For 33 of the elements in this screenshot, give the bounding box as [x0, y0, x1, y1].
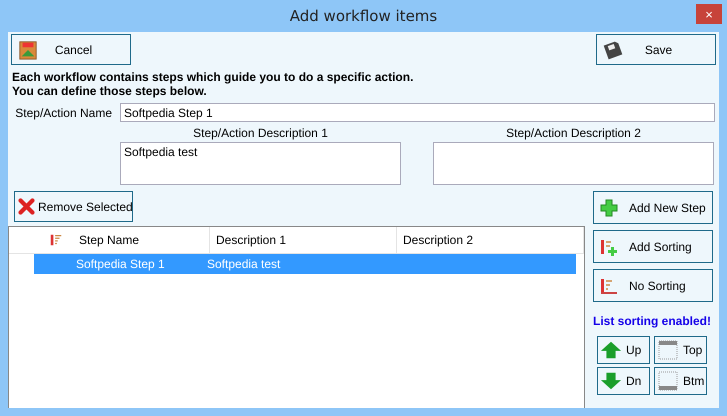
column-header[interactable]: Description 2: [397, 227, 584, 253]
top-button[interactable]: Top: [654, 336, 707, 364]
column-header[interactable]: Step Name: [61, 227, 210, 253]
cancel-button[interactable]: Cancel: [11, 34, 131, 65]
add-sorting-button[interactable]: Add Sorting: [593, 230, 713, 263]
sort-icon: [49, 233, 63, 247]
delete-icon: [18, 198, 35, 215]
move-bottom-icon: [657, 371, 679, 391]
description-field[interactable]: Softpedia test: [120, 142, 401, 185]
bottom-button[interactable]: Btm: [654, 367, 707, 395]
down-button[interactable]: Dn: [597, 367, 650, 395]
add-new-step-button[interactable]: Add New Step: [593, 191, 713, 224]
intro-text: Each workflow contains steps which guide you to do a specific action. You can define those steps below.: [11, 69, 414, 98]
down-arrow-icon: [600, 371, 622, 391]
plus-icon: [599, 198, 619, 218]
up-button[interactable]: Up: [597, 336, 650, 364]
description-label: Step/Action Description 2: [506, 126, 641, 140]
name-label: Step/Action Name: [14, 106, 113, 120]
no-sorting-button[interactable]: No Sorting: [593, 269, 713, 302]
remove-selected-button[interactable]: Remove Selected: [14, 191, 133, 222]
name-field[interactable]: Softpedia Step 1: [120, 103, 715, 122]
window-title: Add workflow items: [290, 7, 438, 25]
close-button[interactable]: ×: [696, 4, 722, 24]
exit-sign-icon: [18, 40, 38, 60]
table-cell-text: Softpedia Step 1: [75, 257, 166, 271]
column-header[interactable]: Description 1: [210, 227, 397, 253]
move-top-icon: [657, 340, 679, 360]
description-label: Step/Action Description 1: [193, 126, 328, 140]
sorting-status-text: List sorting enabled!: [593, 314, 712, 328]
table-cell-text: Softpedia test: [207, 257, 282, 271]
up-arrow-icon: [600, 340, 622, 360]
description-field[interactable]: [433, 142, 714, 185]
save-button[interactable]: Save: [596, 34, 716, 65]
